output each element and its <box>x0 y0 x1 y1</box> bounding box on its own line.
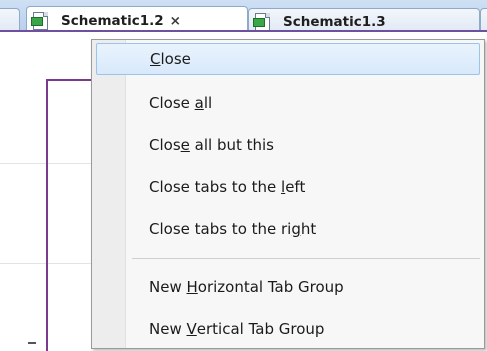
tab-label: Schematic1.2 <box>61 12 164 29</box>
grid-line <box>0 263 100 264</box>
schematic-document-icon <box>31 11 51 31</box>
menu-item-close[interactable]: Close <box>96 43 480 75</box>
menu-item-close-tabs-left[interactable]: Close tabs to the l eft <box>96 171 480 203</box>
mnemonic: C <box>150 50 161 68</box>
menu-item-new-horizontal-tab-group[interactable]: New Horizontal Tab Group <box>96 271 480 303</box>
schematic-pin <box>28 342 36 344</box>
tab-schematic-1-2[interactable]: Schematic1.2 × <box>26 6 248 31</box>
mnemonic: g <box>291 220 301 238</box>
menu-item-close-tabs-right[interactable]: Close tabs to the ri g ht <box>96 213 480 245</box>
tab-next-partial[interactable] <box>480 8 487 30</box>
tab-schematic-1-3[interactable]: Schematic1.3 <box>248 8 480 30</box>
tab-context-menu: Close Close a ll Clos e all but this Close… <box>91 39 485 349</box>
schematic-document-icon <box>253 12 273 30</box>
mnemonic: e <box>180 136 190 154</box>
mnemonic: V <box>186 320 197 338</box>
tab-label: Schematic1.3 <box>283 13 386 30</box>
schematic-wire[interactable] <box>46 79 96 81</box>
grid-line <box>0 163 100 164</box>
close-tab-icon[interactable]: × <box>170 13 181 29</box>
mnemonic: a <box>194 94 204 112</box>
tab-previous-partial[interactable] <box>0 8 20 30</box>
menu-item-close-all-but-this[interactable]: Clos e all but this <box>96 129 480 161</box>
schematic-wire[interactable] <box>46 79 48 351</box>
menu-separator <box>132 258 480 259</box>
document-tab-strip: Schematic1.2 × Schematic1.3 <box>0 0 487 32</box>
menu-item-new-vertical-tab-group[interactable]: New Vertical Tab Group <box>96 313 480 345</box>
mnemonic: H <box>186 278 198 296</box>
menu-item-close-all[interactable]: Close a ll <box>96 87 480 119</box>
